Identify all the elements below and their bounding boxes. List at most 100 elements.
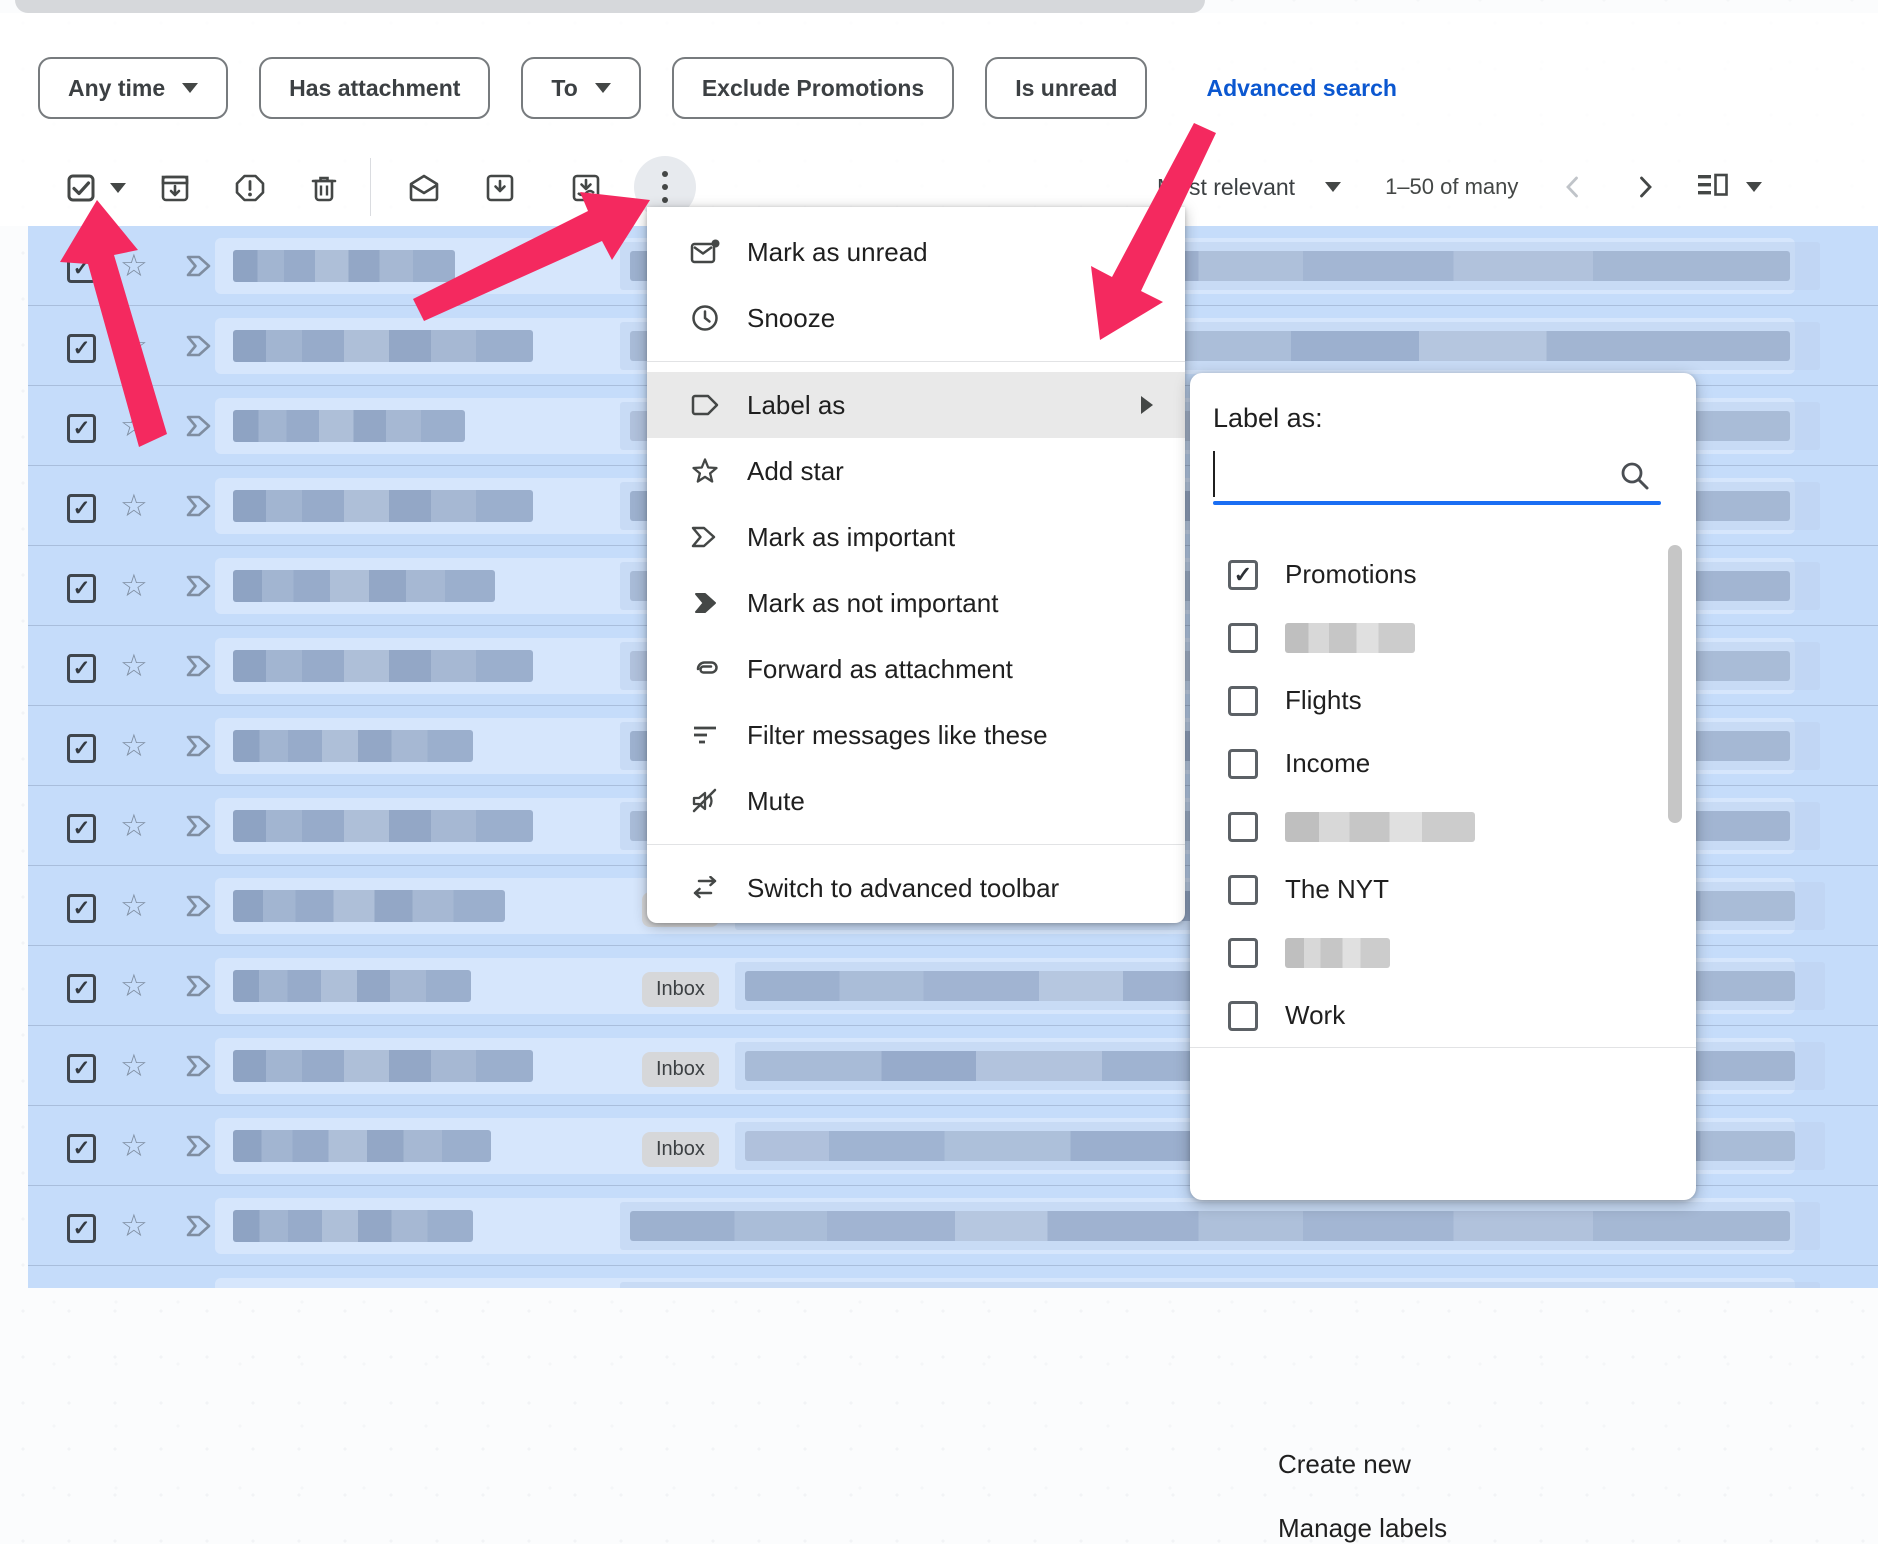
importance-marker-icon[interactable]	[185, 1054, 215, 1083]
star-icon[interactable]: ☆	[120, 970, 148, 1001]
more-options-button[interactable]	[643, 165, 687, 209]
label-option-income[interactable]: Income	[1190, 732, 1696, 795]
row-checkbox[interactable]: ✓	[67, 814, 96, 843]
sender-blurred-text	[233, 330, 533, 362]
filter-chip-any-time[interactable]: Any time	[38, 57, 228, 119]
manage-labels-button[interactable]: Manage labels	[1278, 1513, 1447, 1544]
checkbox-checked-icon[interactable]: ✓	[1228, 560, 1258, 590]
archive-to-button[interactable]	[564, 166, 608, 210]
importance-marker-icon[interactable]	[185, 494, 215, 523]
star-icon[interactable]: ☆	[120, 410, 148, 441]
star-icon[interactable]: ☆	[120, 650, 148, 681]
filter-chip-has-attachment[interactable]: Has attachment	[259, 57, 490, 119]
label-option-promotions[interactable]: ✓Promotions	[1190, 543, 1696, 606]
search-icon[interactable]	[1618, 459, 1652, 493]
checkbox-unchecked-icon[interactable]	[1228, 1001, 1258, 1031]
checkbox-unchecked-icon[interactable]	[1228, 938, 1258, 968]
select-all-checkbox[interactable]	[59, 166, 103, 210]
star-icon[interactable]: ☆	[120, 250, 148, 281]
row-checkbox[interactable]: ✓	[67, 254, 96, 283]
checkbox-unchecked-icon[interactable]	[1228, 749, 1258, 779]
star-icon[interactable]: ☆	[120, 330, 148, 361]
label-list-scrollbar[interactable]	[1668, 545, 1682, 823]
importance-marker-icon[interactable]	[185, 734, 215, 763]
star-icon[interactable]: ☆	[120, 1210, 148, 1241]
row-checkbox[interactable]: ✓	[67, 734, 96, 763]
label-option-the-nyt[interactable]: The NYT	[1190, 858, 1696, 921]
create-new-label-button[interactable]: Create new	[1278, 1449, 1411, 1480]
email-row[interactable]: ✓☆	[28, 1266, 1878, 1288]
importance-marker-icon[interactable]	[185, 1214, 215, 1243]
row-checkbox[interactable]: ✓	[67, 1054, 96, 1083]
star-icon[interactable]: ☆	[120, 730, 148, 761]
newer-page-button[interactable]	[1556, 170, 1590, 204]
star-icon[interactable]: ☆	[120, 490, 148, 521]
importance-marker-icon[interactable]	[185, 254, 215, 283]
star-icon[interactable]: ☆	[120, 810, 148, 841]
older-page-button[interactable]	[1628, 170, 1662, 204]
star-icon[interactable]: ☆	[120, 1130, 148, 1161]
menu-item-forward-as-attachment[interactable]: Forward as attachment	[647, 636, 1185, 702]
menu-item-snooze[interactable]: Snooze	[647, 285, 1185, 351]
importance-marker-icon[interactable]	[185, 654, 215, 683]
importance-marker-icon[interactable]	[185, 974, 215, 1003]
switch-arrows-icon	[689, 876, 721, 900]
label-search-input[interactable]	[1213, 451, 1647, 497]
checkbox-unchecked-icon[interactable]	[1228, 875, 1258, 905]
filter-chip-is-unread[interactable]: Is unread	[985, 57, 1147, 119]
label-option-blurred[interactable]	[1190, 606, 1696, 669]
menu-item-switch-to-advanced-toolbar[interactable]: Switch to advanced toolbar	[647, 855, 1185, 921]
importance-filled-icon	[689, 591, 721, 615]
importance-marker-icon[interactable]	[185, 1134, 215, 1163]
checkbox-unchecked-icon[interactable]	[1228, 686, 1258, 716]
importance-marker-icon[interactable]	[185, 814, 215, 843]
inbox-label-badge: Inbox	[642, 972, 719, 1007]
filter-chip-exclude-promotions[interactable]: Exclude Promotions	[672, 57, 954, 119]
menu-item-label-as[interactable]: Label as	[647, 372, 1185, 438]
checkbox-unchecked-icon[interactable]	[1228, 812, 1258, 842]
importance-marker-icon[interactable]	[185, 334, 215, 363]
menu-item-filter-messages-like-these[interactable]: Filter messages like these	[647, 702, 1185, 768]
checkbox-unchecked-icon[interactable]	[1228, 623, 1258, 653]
row-checkbox[interactable]: ✓	[67, 1214, 96, 1243]
label-option-work[interactable]: Work	[1190, 984, 1696, 1047]
star-icon[interactable]: ☆	[120, 1050, 148, 1081]
select-dropdown-caret[interactable]	[100, 166, 136, 210]
split-pane-caret-icon[interactable]	[1746, 182, 1762, 192]
archive-button[interactable]	[153, 166, 197, 210]
menu-item-mark-as-unread[interactable]: Mark as unread	[647, 219, 1185, 285]
label-option-blurred[interactable]	[1190, 921, 1696, 984]
star-icon[interactable]: ☆	[120, 570, 148, 601]
row-checkbox[interactable]: ✓	[67, 334, 96, 363]
menu-item-mark-as-important[interactable]: Mark as important	[647, 504, 1185, 570]
report-spam-button[interactable]	[228, 166, 272, 210]
menu-item-mute[interactable]: Mute	[647, 768, 1185, 834]
advanced-search-link[interactable]: Advanced search	[1206, 75, 1396, 102]
split-pane-button[interactable]	[1696, 171, 1730, 204]
row-checkbox[interactable]: ✓	[67, 654, 96, 683]
sender-blurred-text	[233, 650, 533, 682]
row-checkbox[interactable]: ✓	[67, 974, 96, 1003]
mark-read-button[interactable]	[402, 166, 446, 210]
move-to-button[interactable]	[478, 166, 522, 210]
sort-caret-icon[interactable]	[1325, 182, 1341, 192]
row-checkbox[interactable]: ✓	[67, 414, 96, 443]
label-options-list: ✓Promotions FlightsIncome The NYT Work	[1190, 527, 1696, 1063]
importance-marker-icon[interactable]	[185, 414, 215, 443]
star-icon[interactable]: ☆	[120, 890, 148, 921]
filter-chip-to[interactable]: To	[521, 57, 640, 119]
menu-item-add-star[interactable]: Add star	[647, 438, 1185, 504]
menu-item-label: Add star	[747, 456, 844, 487]
label-option-blurred[interactable]	[1190, 795, 1696, 858]
importance-marker-icon[interactable]	[185, 574, 215, 603]
filter-chip-label: Has attachment	[289, 75, 460, 102]
sort-by-dropdown[interactable]: Most relevant	[1157, 174, 1295, 201]
label-option-flights[interactable]: Flights	[1190, 669, 1696, 732]
delete-button[interactable]	[302, 166, 346, 210]
importance-marker-icon[interactable]	[185, 894, 215, 923]
menu-item-mark-as-not-important[interactable]: Mark as not important	[647, 570, 1185, 636]
row-checkbox[interactable]: ✓	[67, 1134, 96, 1163]
row-checkbox[interactable]: ✓	[67, 494, 96, 523]
row-checkbox[interactable]: ✓	[67, 574, 96, 603]
row-checkbox[interactable]: ✓	[67, 894, 96, 923]
